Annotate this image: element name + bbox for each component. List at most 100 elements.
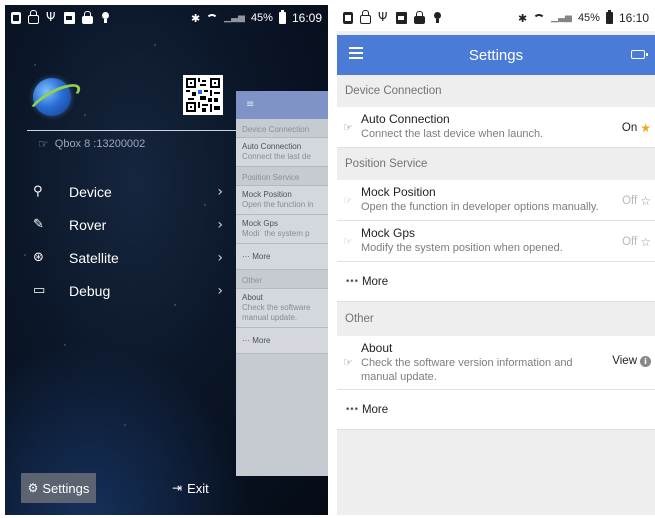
gear-icon: ⚙ [27, 481, 39, 495]
preview-more-row: ··· More [236, 328, 328, 354]
pointing-hand-icon: ☞ [343, 194, 353, 207]
satellite-icon: ⊛ [33, 250, 44, 265]
more-other[interactable]: ••• More [337, 390, 655, 430]
menu-item-satellite[interactable]: ⊛ Satellite › [33, 241, 223, 274]
preview-more-label: More [252, 252, 271, 261]
battery-icon [605, 10, 613, 24]
settings-button[interactable]: ⚙ Settings [21, 473, 96, 503]
navigation-drawer-screen: ✱ ▁▃▅ 45% 16:09 ☞ Qbox 8 :13200002 ⚲ [5, 5, 328, 515]
lock-filled-icon [82, 11, 93, 24]
menu-icon[interactable] [349, 47, 363, 59]
preview-section-header: Other [236, 270, 328, 289]
preview-row-desc: Connect the last de [242, 152, 311, 161]
bluetooth-icon: ✱ [517, 11, 528, 25]
menu-item-label: Rover [69, 216, 107, 233]
setting-value[interactable]: On ★ [622, 121, 651, 135]
setting-description: Modify the system position when opened. [361, 242, 563, 254]
preview-row-title: About [242, 293, 263, 302]
battery-percent: 45% [577, 12, 600, 24]
preview-row-desc: Check the software [242, 303, 311, 312]
clock: 16:09 [291, 11, 322, 25]
setting-value[interactable]: Off ☆ [622, 194, 651, 208]
settings-list: Device Connection ☞ Auto Connection Conn… [337, 75, 655, 430]
setting-title: About [361, 341, 393, 355]
setting-mock-gps[interactable]: ☞ Mock Gps Modify the system position wh… [337, 221, 655, 262]
setting-value[interactable]: View i [612, 355, 651, 367]
app-bar: Settings [337, 35, 655, 75]
background-settings-preview[interactable]: ≡ Device Connection Auto Connection Conn… [236, 91, 328, 476]
preview-row-desc: Modiʿ the system p [242, 229, 310, 238]
settings-screen: ✱ ▁▃▅ 45% 16:10 Settings Device Connecti… [337, 5, 655, 515]
menu-item-device[interactable]: ⚲ Device › [33, 175, 223, 208]
section-header-position-service: Position Service [337, 148, 655, 180]
setting-description: manual update. [361, 371, 437, 383]
link-icon: ⚲ [33, 184, 43, 199]
sim-icon [11, 12, 21, 24]
section-header-device-connection: Device Connection [337, 75, 655, 107]
ellipsis-icon: ··· [242, 252, 250, 261]
preview-row-title: Mock Position [242, 190, 292, 199]
pointing-hand-icon: ☞ [343, 235, 353, 248]
more-label: More [361, 275, 389, 288]
preview-more-row: ··· More [236, 244, 328, 270]
exit-button[interactable]: ⇥ Exit [172, 473, 209, 503]
preview-section-header: Position Service [236, 167, 328, 186]
setting-mock-position[interactable]: ☞ Mock Position Open the function in dev… [337, 180, 655, 221]
qr-code-graphic [186, 78, 220, 112]
more-position-service[interactable]: ••• More [337, 262, 655, 302]
setting-description: Connect the last device when launch. [361, 128, 544, 140]
usb-icon [378, 10, 389, 24]
menu-icon: ≡ [246, 99, 255, 110]
preview-row: About Check the software manual update. [236, 289, 328, 328]
preview-section-header: Device Connection [236, 119, 328, 138]
menu-item-debug[interactable]: ▭ Debug › [33, 274, 223, 307]
setting-description: Open the function in developer options m… [361, 201, 599, 213]
value-label: Off [622, 236, 638, 248]
battery-icon [278, 10, 286, 24]
setting-value[interactable]: Off ☆ [622, 235, 651, 249]
battery-icon[interactable] [631, 50, 648, 59]
sd-card-icon [64, 12, 75, 24]
connected-device-label[interactable]: ☞ Qbox 8 :13200002 [38, 137, 145, 151]
star-outline-icon: ☆ [640, 194, 651, 208]
preview-row-title: Auto Connection [242, 142, 302, 151]
ellipsis-icon: ••• [345, 404, 359, 415]
bluetooth-icon: ✱ [190, 11, 201, 25]
setting-title: Mock Gps [361, 226, 416, 240]
setting-description: Check the software version information a… [361, 357, 573, 369]
setting-auto-connection[interactable]: ☞ Auto Connection Connect the last devic… [337, 107, 655, 148]
chevron-right-icon: › [217, 282, 223, 299]
ellipsis-icon: ··· [242, 336, 250, 345]
exit-icon: ⇥ [172, 481, 183, 495]
star-outline-icon: ☆ [640, 235, 651, 249]
pointing-hand-icon: ☞ [343, 121, 353, 134]
edit-icon: ✎ [33, 217, 44, 232]
preview-row-desc: Open the function in [242, 200, 314, 209]
preview-row: Auto Connection Connect the last de [236, 138, 328, 167]
signal-icon: ▁▃▅ [551, 13, 572, 23]
value-label: View [612, 355, 637, 367]
settings-button-label: Settings [42, 480, 90, 496]
section-header-other: Other [337, 302, 655, 336]
sim-icon [343, 12, 353, 24]
lock-filled-icon [414, 11, 425, 24]
star-filled-icon: ★ [640, 121, 651, 135]
setting-title: Auto Connection [361, 112, 450, 126]
device-id-text: Qbox 8 :13200002 [54, 138, 146, 150]
chevron-right-icon: › [217, 216, 223, 233]
status-bar: ✱ ▁▃▅ 45% 16:09 [5, 5, 328, 31]
menu-item-rover[interactable]: ✎ Rover › [33, 208, 223, 241]
pointing-hand-icon: ☞ [343, 356, 353, 369]
laptop-icon: ▭ [33, 283, 46, 298]
preview-row: Mock Position Open the function in [236, 186, 328, 215]
battery-percent: 45% [250, 12, 273, 24]
preview-row: Mock Gps Modiʿ the system p [236, 215, 328, 244]
chevron-right-icon: › [217, 183, 223, 200]
sd-card-icon [396, 12, 407, 24]
info-icon: i [640, 355, 651, 367]
qr-code-icon[interactable] [183, 75, 223, 115]
wifi-icon [533, 13, 546, 23]
setting-about[interactable]: ☞ About Check the software version infor… [337, 336, 655, 390]
app-logo-icon [33, 78, 71, 116]
menu-item-label: Debug [69, 282, 111, 299]
